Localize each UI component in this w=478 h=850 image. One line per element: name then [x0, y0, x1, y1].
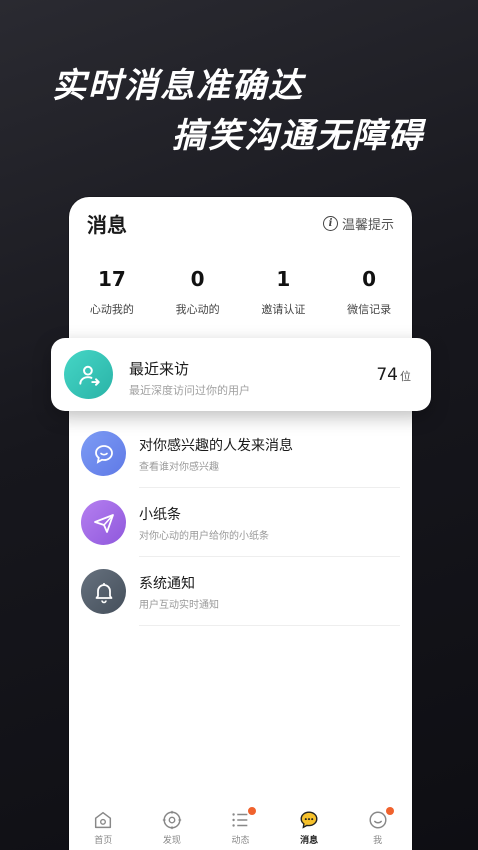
- list-item-interested[interactable]: 对你感兴趣的人发来消息 查看谁对你感兴趣: [69, 419, 412, 488]
- tab-moments[interactable]: 动态: [206, 802, 275, 850]
- tab-label: 发现: [162, 836, 181, 846]
- divider: [139, 625, 400, 626]
- home-icon: [95, 811, 112, 829]
- message-icon: [300, 811, 318, 829]
- tab-messages[interactable]: 消息: [275, 802, 344, 850]
- tab-label: 动态: [231, 836, 250, 846]
- message-list: 对你感兴趣的人发来消息 查看谁对你感兴趣 小纸条 对你心动的用户给你的小纸条 系…: [69, 419, 412, 626]
- stat-value: 17: [97, 267, 126, 291]
- paper-plane-icon: [81, 500, 126, 545]
- stat-value: 0: [362, 267, 377, 291]
- list-item-title: 小纸条: [139, 507, 181, 523]
- recent-visitors-title: 最近来访: [129, 360, 190, 378]
- visitor-count-unit: 位: [400, 370, 411, 383]
- list-item-title: 系统通知: [139, 576, 195, 592]
- tab-label: 消息: [300, 836, 319, 846]
- stat-label: 我心动的: [175, 303, 220, 316]
- compass-icon: [162, 810, 182, 830]
- stat-i-liked[interactable]: 0 我心动的: [155, 267, 241, 317]
- bottom-tab-bar: 首页 发现 动态 消息 我: [69, 802, 412, 850]
- tab-me[interactable]: 我: [343, 802, 412, 850]
- notification-badge: [248, 807, 257, 815]
- list-item-title: 对你感兴趣的人发来消息: [139, 438, 293, 454]
- recent-visitors-count: 74 位: [376, 365, 411, 385]
- list-item-system[interactable]: 系统通知 用户互动实时通知: [69, 557, 412, 626]
- tab-label: 我: [373, 836, 383, 846]
- info-icon: i: [322, 216, 338, 231]
- promo-headline-2: 搞笑沟通无障碍: [172, 116, 424, 156]
- stat-label: 心动我的: [89, 303, 134, 316]
- stat-liked-me[interactable]: 17 心动我的: [69, 267, 155, 317]
- stats-row: 17 心动我的 0 我心动的 1 邀请认证 0 微信记录: [69, 267, 412, 317]
- bell-icon: [81, 569, 126, 614]
- stat-invite-verify[interactable]: 1 邀请认证: [241, 267, 327, 317]
- stat-label: 微信记录: [347, 303, 392, 316]
- stat-wechat-records[interactable]: 0 微信记录: [326, 267, 412, 317]
- promo-headline-1: 实时消息准确达: [52, 66, 304, 106]
- phone-screen: 消息 i 温馨提示 17 心动我的 0 我心动的 1 邀请认证 0 微信记录 对…: [69, 197, 412, 850]
- tab-label: 首页: [94, 836, 113, 846]
- tip-button[interactable]: i 温馨提示: [322, 214, 394, 233]
- chat-bubble-icon: [81, 431, 126, 476]
- tip-label: 温馨提示: [341, 218, 394, 233]
- notification-badge: [385, 807, 394, 815]
- tab-home[interactable]: 首页: [69, 802, 138, 850]
- recent-visitors-card[interactable]: 最近来访 最近深度访问过你的用户 74 位: [51, 338, 431, 411]
- list-item-subtitle: 用户互动实时通知: [139, 600, 219, 611]
- list-item-notes[interactable]: 小纸条 对你心动的用户给你的小纸条: [69, 488, 412, 557]
- stat-value: 0: [190, 267, 205, 291]
- list-item-subtitle: 对你心动的用户给你的小纸条: [139, 531, 269, 542]
- stat-value: 1: [276, 267, 291, 291]
- visitor-count-value: 74: [376, 365, 398, 385]
- stat-label: 邀请认证: [261, 303, 306, 316]
- list-item-subtitle: 查看谁对你感兴趣: [139, 462, 219, 473]
- recent-visitors-subtitle: 最近深度访问过你的用户: [129, 384, 250, 397]
- tab-discover[interactable]: 发现: [138, 802, 207, 850]
- page-title: 消息: [87, 213, 127, 237]
- top-bar: 消息 i 温馨提示: [69, 197, 412, 249]
- user-visit-icon: [64, 350, 113, 399]
